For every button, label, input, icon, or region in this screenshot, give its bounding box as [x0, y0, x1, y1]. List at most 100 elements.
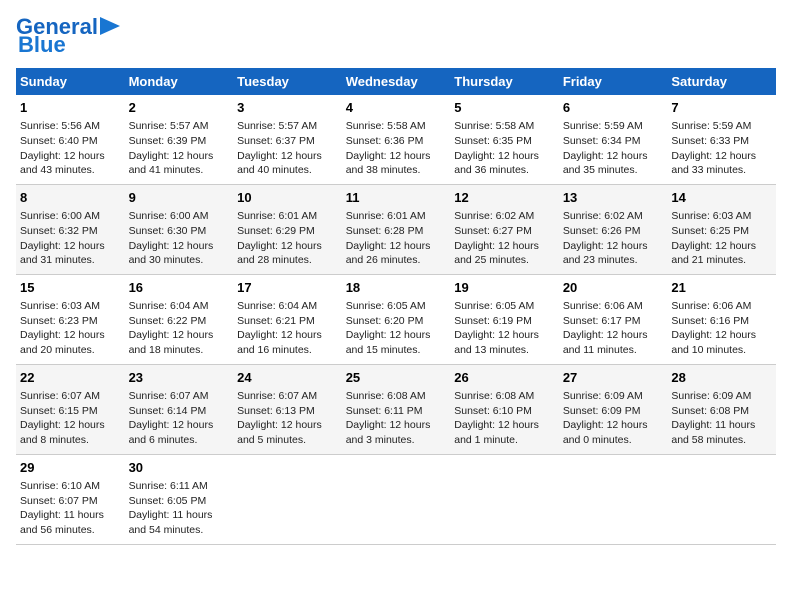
- day-info: Sunrise: 6:01 AMSunset: 6:29 PMDaylight:…: [237, 209, 338, 268]
- calendar-cell: 4Sunrise: 5:58 AMSunset: 6:36 PMDaylight…: [342, 95, 451, 184]
- day-number: 9: [129, 189, 230, 207]
- calendar-cell: 14 Sunrise: 6:03 AMSunset: 6:25 PMDayligh…: [667, 184, 776, 274]
- logo: General Blue: [16, 16, 120, 56]
- day-info: Sunrise: 6:07 AMSunset: 6:13 PMDaylight:…: [237, 389, 338, 448]
- calendar-cell: 5 Sunrise: 5:58 AMSunset: 6:35 PMDaylight…: [450, 95, 559, 184]
- logo-arrow-icon: [100, 17, 120, 35]
- day-info: Sunrise: 6:07 AMSunset: 6:14 PMDaylight:…: [129, 389, 230, 448]
- day-info: Sunrise: 6:03 AMSunset: 6:25 PMDaylight:…: [671, 209, 772, 268]
- week-row-4: 29 Sunrise: 6:10 AMSunset: 6:07 PMDayligh…: [16, 454, 776, 544]
- calendar-cell: 29 Sunrise: 6:10 AMSunset: 6:07 PMDayligh…: [16, 454, 125, 544]
- calendar-cell: 21 Sunrise: 6:06 AMSunset: 6:16 PMDayligh…: [667, 274, 776, 364]
- day-number: 2: [129, 99, 230, 117]
- day-info: Sunrise: 6:05 AMSunset: 6:19 PMDaylight:…: [454, 299, 555, 358]
- calendar-cell: 15Sunrise: 6:03 AMSunset: 6:23 PMDayligh…: [16, 274, 125, 364]
- calendar-cell: 3 Sunrise: 5:57 AMSunset: 6:37 PMDaylight…: [233, 95, 342, 184]
- weekday-header-row: SundayMondayTuesdayWednesdayThursdayFrid…: [16, 68, 776, 95]
- day-number: 20: [563, 279, 664, 297]
- day-number: 21: [671, 279, 772, 297]
- day-number: 7: [671, 99, 772, 117]
- day-number: 3: [237, 99, 338, 117]
- day-number: 23: [129, 369, 230, 387]
- calendar-cell: 6 Sunrise: 5:59 AMSunset: 6:34 PMDaylight…: [559, 95, 668, 184]
- day-info: Sunrise: 6:05 AMSunset: 6:20 PMDaylight:…: [346, 299, 447, 358]
- calendar-cell: 20 Sunrise: 6:06 AMSunset: 6:17 PMDayligh…: [559, 274, 668, 364]
- day-number: 17: [237, 279, 338, 297]
- calendar-cell: [342, 454, 451, 544]
- weekday-header-sunday: Sunday: [16, 68, 125, 95]
- day-number: 24: [237, 369, 338, 387]
- day-number: 12: [454, 189, 555, 207]
- day-info: Sunrise: 5:59 AMSunset: 6:33 PMDaylight:…: [671, 119, 772, 178]
- weekday-header-wednesday: Wednesday: [342, 68, 451, 95]
- day-number: 14: [671, 189, 772, 207]
- day-info: Sunrise: 5:57 AMSunset: 6:39 PMDaylight:…: [129, 119, 230, 178]
- logo-blue-text: Blue: [18, 34, 66, 56]
- day-number: 11: [346, 189, 447, 207]
- calendar-cell: [450, 454, 559, 544]
- day-number: 18: [346, 279, 447, 297]
- day-info: Sunrise: 6:09 AMSunset: 6:09 PMDaylight:…: [563, 389, 664, 448]
- weekday-header-monday: Monday: [125, 68, 234, 95]
- day-info: Sunrise: 5:57 AMSunset: 6:37 PMDaylight:…: [237, 119, 338, 178]
- day-number: 8: [20, 189, 121, 207]
- calendar-cell: 28 Sunrise: 6:09 AMSunset: 6:08 PMDayligh…: [667, 364, 776, 454]
- calendar-cell: 10 Sunrise: 6:01 AMSunset: 6:29 PMDayligh…: [233, 184, 342, 274]
- day-info: Sunrise: 6:06 AMSunset: 6:16 PMDaylight:…: [671, 299, 772, 358]
- week-row-1: 8 Sunrise: 6:00 AMSunset: 6:32 PMDaylight…: [16, 184, 776, 274]
- day-info: Sunrise: 5:58 AMSunset: 6:35 PMDaylight:…: [454, 119, 555, 178]
- day-info: Sunrise: 6:08 AMSunset: 6:10 PMDaylight:…: [454, 389, 555, 448]
- day-number: 27: [563, 369, 664, 387]
- weekday-header-friday: Friday: [559, 68, 668, 95]
- calendar-cell: 26 Sunrise: 6:08 AMSunset: 6:10 PMDayligh…: [450, 364, 559, 454]
- calendar-cell: 27 Sunrise: 6:09 AMSunset: 6:09 PMDayligh…: [559, 364, 668, 454]
- calendar-cell: 19 Sunrise: 6:05 AMSunset: 6:19 PMDayligh…: [450, 274, 559, 364]
- day-number: 28: [671, 369, 772, 387]
- calendar-cell: 18 Sunrise: 6:05 AMSunset: 6:20 PMDayligh…: [342, 274, 451, 364]
- day-info: Sunrise: 6:10 AMSunset: 6:07 PMDaylight:…: [20, 479, 121, 538]
- calendar-cell: 7 Sunrise: 5:59 AMSunset: 6:33 PMDaylight…: [667, 95, 776, 184]
- day-info: Sunrise: 5:59 AMSunset: 6:34 PMDaylight:…: [563, 119, 664, 178]
- week-row-0: 1Sunrise: 5:56 AMSunset: 6:40 PMDaylight…: [16, 95, 776, 184]
- day-number: 26: [454, 369, 555, 387]
- day-info: Sunrise: 6:07 AMSunset: 6:15 PMDaylight:…: [20, 389, 121, 448]
- day-info: Sunrise: 6:02 AMSunset: 6:26 PMDaylight:…: [563, 209, 664, 268]
- day-number: 25: [346, 369, 447, 387]
- weekday-header-tuesday: Tuesday: [233, 68, 342, 95]
- calendar-cell: 8 Sunrise: 6:00 AMSunset: 6:32 PMDaylight…: [16, 184, 125, 274]
- weekday-header-thursday: Thursday: [450, 68, 559, 95]
- calendar-cell: 23 Sunrise: 6:07 AMSunset: 6:14 PMDayligh…: [125, 364, 234, 454]
- day-info: Sunrise: 6:04 AMSunset: 6:21 PMDaylight:…: [237, 299, 338, 358]
- day-info: Sunrise: 6:00 AMSunset: 6:30 PMDaylight:…: [129, 209, 230, 268]
- calendar-cell: 13 Sunrise: 6:02 AMSunset: 6:26 PMDayligh…: [559, 184, 668, 274]
- calendar-cell: 22 Sunrise: 6:07 AMSunset: 6:15 PMDayligh…: [16, 364, 125, 454]
- day-info: Sunrise: 6:11 AMSunset: 6:05 PMDaylight:…: [129, 479, 230, 538]
- day-info: Sunrise: 6:09 AMSunset: 6:08 PMDaylight:…: [671, 389, 772, 448]
- calendar-cell: 12Sunrise: 6:02 AMSunset: 6:27 PMDayligh…: [450, 184, 559, 274]
- day-number: 30: [129, 459, 230, 477]
- day-number: 16: [129, 279, 230, 297]
- day-number: 4: [346, 99, 447, 117]
- calendar-body: 1Sunrise: 5:56 AMSunset: 6:40 PMDaylight…: [16, 95, 776, 544]
- calendar-cell: 24 Sunrise: 6:07 AMSunset: 6:13 PMDayligh…: [233, 364, 342, 454]
- day-number: 19: [454, 279, 555, 297]
- day-number: 13: [563, 189, 664, 207]
- calendar-cell: 2 Sunrise: 5:57 AMSunset: 6:39 PMDaylight…: [125, 95, 234, 184]
- day-info: Sunrise: 6:06 AMSunset: 6:17 PMDaylight:…: [563, 299, 664, 358]
- calendar-cell: [667, 454, 776, 544]
- calendar-cell: 1Sunrise: 5:56 AMSunset: 6:40 PMDaylight…: [16, 95, 125, 184]
- day-number: 22: [20, 369, 121, 387]
- calendar-cell: 9 Sunrise: 6:00 AMSunset: 6:30 PMDaylight…: [125, 184, 234, 274]
- day-info: Sunrise: 6:08 AMSunset: 6:11 PMDaylight:…: [346, 389, 447, 448]
- calendar-cell: 30 Sunrise: 6:11 AMSunset: 6:05 PMDayligh…: [125, 454, 234, 544]
- day-number: 6: [563, 99, 664, 117]
- day-number: 10: [237, 189, 338, 207]
- day-number: 1: [20, 99, 121, 117]
- header: General Blue: [16, 16, 776, 56]
- day-number: 5: [454, 99, 555, 117]
- day-info: Sunrise: 6:00 AMSunset: 6:32 PMDaylight:…: [20, 209, 121, 268]
- calendar-cell: [233, 454, 342, 544]
- weekday-header-saturday: Saturday: [667, 68, 776, 95]
- day-number: 29: [20, 459, 121, 477]
- week-row-3: 22 Sunrise: 6:07 AMSunset: 6:15 PMDayligh…: [16, 364, 776, 454]
